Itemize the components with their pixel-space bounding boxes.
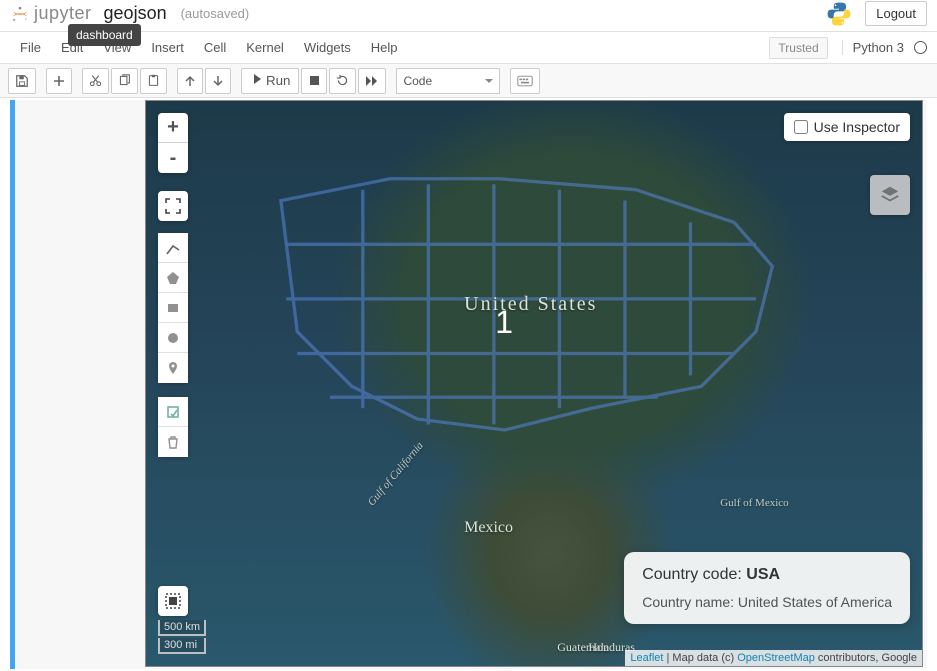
- draw-rectangle-button[interactable]: [158, 293, 188, 323]
- layers-button[interactable]: [870, 175, 910, 215]
- map-popup: Country code: USA Country name: United S…: [624, 552, 910, 624]
- zoom-in-button[interactable]: +: [158, 113, 188, 143]
- restart-button[interactable]: [329, 68, 356, 94]
- leaflet-map[interactable]: United States Mexico Guatemala Honduras …: [145, 100, 923, 667]
- save-button[interactable]: [8, 68, 36, 94]
- draw-polygon-button[interactable]: [158, 263, 188, 293]
- move-up-button[interactable]: [177, 68, 203, 94]
- menu-widgets[interactable]: Widgets: [294, 34, 361, 61]
- insert-cell-button[interactable]: [46, 68, 72, 94]
- interrupt-button[interactable]: [301, 68, 327, 94]
- map-label-gulf-mx: Gulf of Mexico: [720, 497, 788, 509]
- menu-insert[interactable]: Insert: [141, 34, 194, 61]
- attr-sep: | Map data (c): [663, 652, 737, 664]
- jupyter-brand[interactable]: jupyter: [34, 3, 92, 24]
- kernel-status-icon[interactable]: [914, 41, 927, 54]
- menu-kernel[interactable]: Kernel: [236, 34, 294, 61]
- cut-button[interactable]: [82, 68, 109, 94]
- draw-marker-button[interactable]: [158, 353, 188, 383]
- kernel-name[interactable]: Python 3: [842, 40, 908, 55]
- inspector-control: Use Inspector: [784, 113, 910, 141]
- notebook-header: jupyter geojson (autosaved) Logout dashb…: [0, 0, 937, 32]
- cluster-marker[interactable]: 1: [495, 304, 513, 341]
- popup-body: Country name: United States of America: [642, 594, 892, 610]
- popup-title-prefix: Country code:: [642, 566, 746, 583]
- menu-cell[interactable]: Cell: [194, 34, 236, 61]
- draw-polyline-button[interactable]: [158, 233, 188, 263]
- zoom-control: + -: [158, 113, 188, 173]
- dashboard-tooltip: dashboard: [68, 24, 141, 46]
- notebook-container: United States Mexico Guatemala Honduras …: [0, 98, 937, 671]
- autosave-status: (autosaved): [181, 6, 250, 21]
- popup-country-name: United States of America: [738, 594, 892, 610]
- menu-file[interactable]: File: [10, 34, 51, 61]
- run-label: Run: [266, 73, 290, 88]
- paste-button[interactable]: [140, 68, 167, 94]
- popup-body-prefix: Country name:: [642, 594, 738, 610]
- celltype-select[interactable]: Code: [396, 68, 500, 94]
- map-label-gulf-ca: Gulf of California: [365, 440, 425, 509]
- zoom-out-button[interactable]: -: [158, 143, 188, 173]
- trusted-indicator[interactable]: Trusted: [769, 37, 827, 59]
- notebook-name[interactable]: geojson: [104, 3, 167, 24]
- logout-button[interactable]: Logout: [865, 1, 927, 26]
- map-attribution: Leaflet | Map data (c) OpenStreetMap con…: [625, 650, 922, 666]
- copy-button[interactable]: [111, 68, 138, 94]
- command-palette-button[interactable]: [510, 68, 540, 94]
- scale-control: 500 km 300 mi: [158, 620, 206, 656]
- run-button[interactable]: Run: [241, 68, 299, 94]
- map-label-us: United States: [464, 293, 597, 316]
- run-step-icon: [250, 73, 262, 88]
- python-logo-icon: [825, 0, 853, 28]
- popup-title: Country code: USA: [642, 566, 892, 584]
- leaflet-link[interactable]: Leaflet: [630, 652, 663, 664]
- scale-km: 500 km: [158, 620, 206, 636]
- attr-tail: contributors, Google: [815, 652, 917, 664]
- map-label-mx: Mexico: [464, 519, 513, 537]
- menu-help[interactable]: Help: [361, 34, 408, 61]
- fullscreen-button[interactable]: [158, 191, 188, 221]
- use-inspector-label: Use Inspector: [814, 119, 900, 135]
- main-toolbar: Run Code: [0, 64, 937, 98]
- delete-layers-button[interactable]: [158, 427, 188, 457]
- edit-toolbar: [158, 397, 188, 457]
- draw-toolbar: [158, 233, 188, 383]
- osm-link[interactable]: OpenStreetMap: [737, 652, 815, 664]
- popup-country-code: USA: [746, 566, 780, 583]
- cell-output: United States Mexico Guatemala Honduras …: [145, 100, 923, 667]
- run-all-button[interactable]: [358, 68, 386, 94]
- measure-button[interactable]: [158, 586, 188, 616]
- jupyter-logo-icon[interactable]: [10, 4, 30, 24]
- code-cell[interactable]: United States Mexico Guatemala Honduras …: [10, 100, 927, 669]
- scale-mi: 300 mi: [158, 638, 206, 654]
- use-inspector-checkbox[interactable]: [794, 120, 808, 134]
- celltype-value: Code: [403, 74, 432, 88]
- draw-circle-button[interactable]: [158, 323, 188, 353]
- edit-layers-button[interactable]: [158, 397, 188, 427]
- move-down-button[interactable]: [205, 68, 231, 94]
